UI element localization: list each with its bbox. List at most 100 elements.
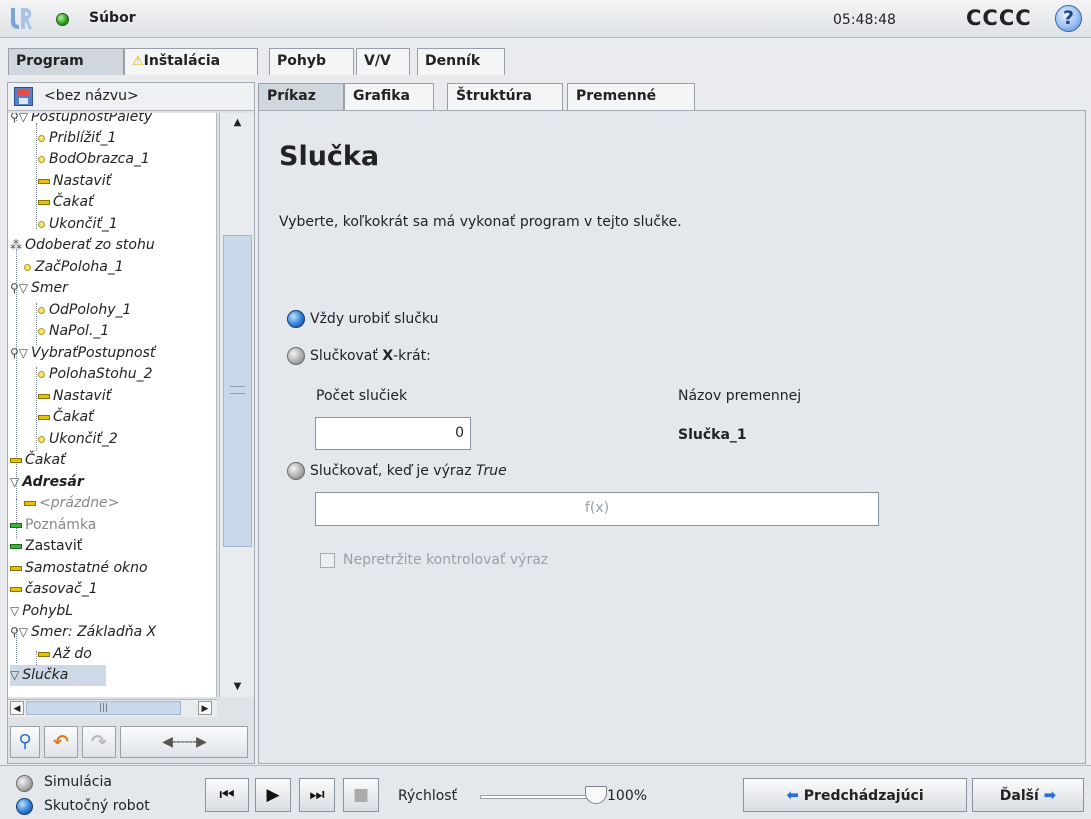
tree-item[interactable]: ▽ Adresár: [10, 472, 84, 493]
tab-graphics[interactable]: Grafika: [344, 83, 434, 110]
tab-command[interactable]: Príkaz: [258, 83, 344, 110]
tree-item[interactable]: BodObrazca_1: [38, 149, 150, 170]
grip-icon: [230, 386, 245, 394]
tree-item-label: PolohaStohu_2: [49, 366, 153, 382]
tree-item-label: Odoberať zo stohu: [25, 237, 155, 253]
rewind-icon: ⏮: [219, 785, 235, 805]
help-icon[interactable]: ?: [1055, 5, 1082, 32]
tree-item[interactable]: Ukončiť_1: [38, 214, 118, 235]
tree-item-label: Samostatné okno: [25, 560, 148, 576]
tree-item[interactable]: <prázdne>: [24, 493, 119, 514]
variable-name-value: Slučka_1: [678, 427, 747, 443]
tree-item-selected[interactable]: ▽ Slučka: [10, 665, 106, 686]
tree-item[interactable]: Až do: [38, 644, 92, 665]
tree-item[interactable]: Čakať: [38, 407, 94, 428]
scroll-up-icon[interactable]: ▲: [224, 115, 251, 131]
tree-item[interactable]: Zastaviť: [10, 536, 82, 557]
comment-icon: [10, 522, 22, 528]
loop-count-label: Počet slučiek: [316, 388, 408, 404]
tree-item[interactable]: ZačPoloha_1: [24, 257, 124, 278]
footer-bar: Simulácia Skutočný robot ⏮ ▶ ⏭ ■ Rýchlos…: [0, 765, 1091, 819]
next-button[interactable]: Ďalší ➡: [972, 778, 1084, 812]
tree-item[interactable]: ⚲▽ Smer: [10, 278, 68, 299]
tree-item[interactable]: Čakať: [38, 192, 94, 213]
loop-count-input[interactable]: 0: [315, 417, 471, 450]
tree-item[interactable]: Ukončiť_2: [38, 429, 118, 450]
program-tree[interactable]: ⚲▽ PostupnosťPalety Priblížiť_1 BodObrazc…: [8, 113, 217, 697]
tree-item-label: <prázdne>: [39, 495, 120, 511]
tree-item-label: Priblížiť_1: [49, 130, 117, 146]
command-icon: [10, 565, 22, 571]
tree-item[interactable]: PolohaStohu_2: [38, 364, 153, 385]
play-button[interactable]: ▶: [255, 778, 291, 812]
tree-item[interactable]: Nastaviť: [38, 386, 111, 407]
tab-label: V/V: [364, 53, 391, 69]
tree-item[interactable]: Samostatné okno: [10, 558, 148, 579]
speed-slider-track[interactable]: [480, 795, 596, 799]
stack-icon: ⁂: [10, 238, 22, 252]
radio-simulation[interactable]: [16, 775, 33, 792]
tree-item[interactable]: ⚲▽ Smer: Základňa X: [10, 622, 156, 643]
tab-program[interactable]: Program: [8, 48, 124, 75]
tree-item-label: OdPolohy_1: [49, 302, 132, 318]
tree-item[interactable]: Nastaviť: [38, 171, 111, 192]
step-button[interactable]: ⏭: [299, 778, 335, 812]
tree-horizontal-scrollbar[interactable]: ◀ ||| ▶: [8, 699, 217, 717]
expression-input[interactable]: f(x): [315, 492, 879, 526]
undo-button[interactable]: ↶: [44, 726, 78, 758]
scroll-left-icon[interactable]: ◀: [10, 701, 24, 715]
tab-log[interactable]: Denník: [417, 48, 505, 75]
redo-button[interactable]: ↷: [82, 726, 116, 758]
tree-item[interactable]: časovač_1: [10, 579, 98, 600]
speed-slider-knob[interactable]: [585, 786, 607, 804]
tab-variables[interactable]: Premenné: [567, 83, 695, 110]
tree-item[interactable]: ⚲▽ PostupnosťPalety: [10, 113, 152, 128]
tree-item-label: Zastaviť: [25, 538, 83, 554]
tree-item[interactable]: OdPolohy_1: [38, 300, 131, 321]
move-node-button[interactable]: ◀------▶: [120, 726, 248, 758]
tree-item-label: Adresár: [22, 474, 84, 490]
tree-connector: [16, 499, 17, 515]
tree-item-label: PohybL: [22, 603, 74, 619]
radio-label: Vždy urobiť slučku: [310, 311, 439, 327]
search-button[interactable]: ⚲: [10, 726, 40, 758]
radio-loop-x-times[interactable]: [287, 347, 305, 365]
description: Vyberte, koľkokrát sa má vykonať program…: [279, 214, 682, 230]
tree-item[interactable]: ▽ PohybL: [10, 601, 73, 622]
tab-label: Inštalácia: [143, 53, 221, 69]
previous-button[interactable]: ⬅ Predchádzajúci: [743, 778, 967, 812]
tree-item[interactable]: Poznámka: [10, 515, 96, 536]
file-menu[interactable]: Súbor: [89, 10, 136, 26]
speed-value: 100%: [607, 788, 648, 804]
radio-loop-while-expression[interactable]: [287, 462, 305, 480]
radio-real-robot[interactable]: [16, 798, 33, 815]
stop-icon: ■: [352, 785, 370, 805]
tab-io[interactable]: V/V: [356, 48, 410, 75]
tab-move[interactable]: Pohyb: [269, 48, 354, 75]
scroll-thumb[interactable]: [223, 235, 252, 547]
radio-always-loop[interactable]: [287, 310, 305, 328]
continuous-check-checkbox[interactable]: [320, 553, 335, 568]
tab-installation[interactable]: ⚠Inštalácia: [124, 48, 258, 75]
waypoint-icon: [38, 220, 45, 228]
collapse-triangle-icon: ⚲▽: [10, 346, 29, 360]
tree-item[interactable]: NaPol._1: [38, 321, 109, 342]
mode-label: Skutočný robot: [44, 798, 150, 814]
command-icon: [10, 457, 22, 463]
tree-item[interactable]: ⚲▽ VybraťPostupnosť: [10, 343, 155, 364]
tree-item[interactable]: Čakať: [10, 450, 66, 471]
save-icon[interactable]: [14, 87, 33, 106]
scroll-right-icon[interactable]: ▶: [198, 701, 212, 715]
tree-item-label: Slučka: [22, 667, 69, 683]
waypoint-icon: [38, 155, 45, 163]
scroll-thumb[interactable]: |||: [26, 701, 181, 715]
scroll-down-icon[interactable]: ▼: [224, 679, 251, 695]
tree-item[interactable]: Priblížiť_1: [38, 128, 116, 149]
tree-item[interactable]: ⁂ Odoberať zo stohu: [10, 235, 155, 256]
tab-structure[interactable]: Štruktúra: [447, 83, 563, 110]
tree-vertical-scrollbar[interactable]: ▲ ▼: [219, 113, 254, 697]
tree-item-label: Nastaviť: [53, 173, 112, 189]
tree-toolbar: ⚲ ↶ ↷ ◀------▶: [8, 723, 254, 761]
stop-button[interactable]: ■: [343, 778, 379, 812]
rewind-button[interactable]: ⏮: [205, 778, 249, 812]
